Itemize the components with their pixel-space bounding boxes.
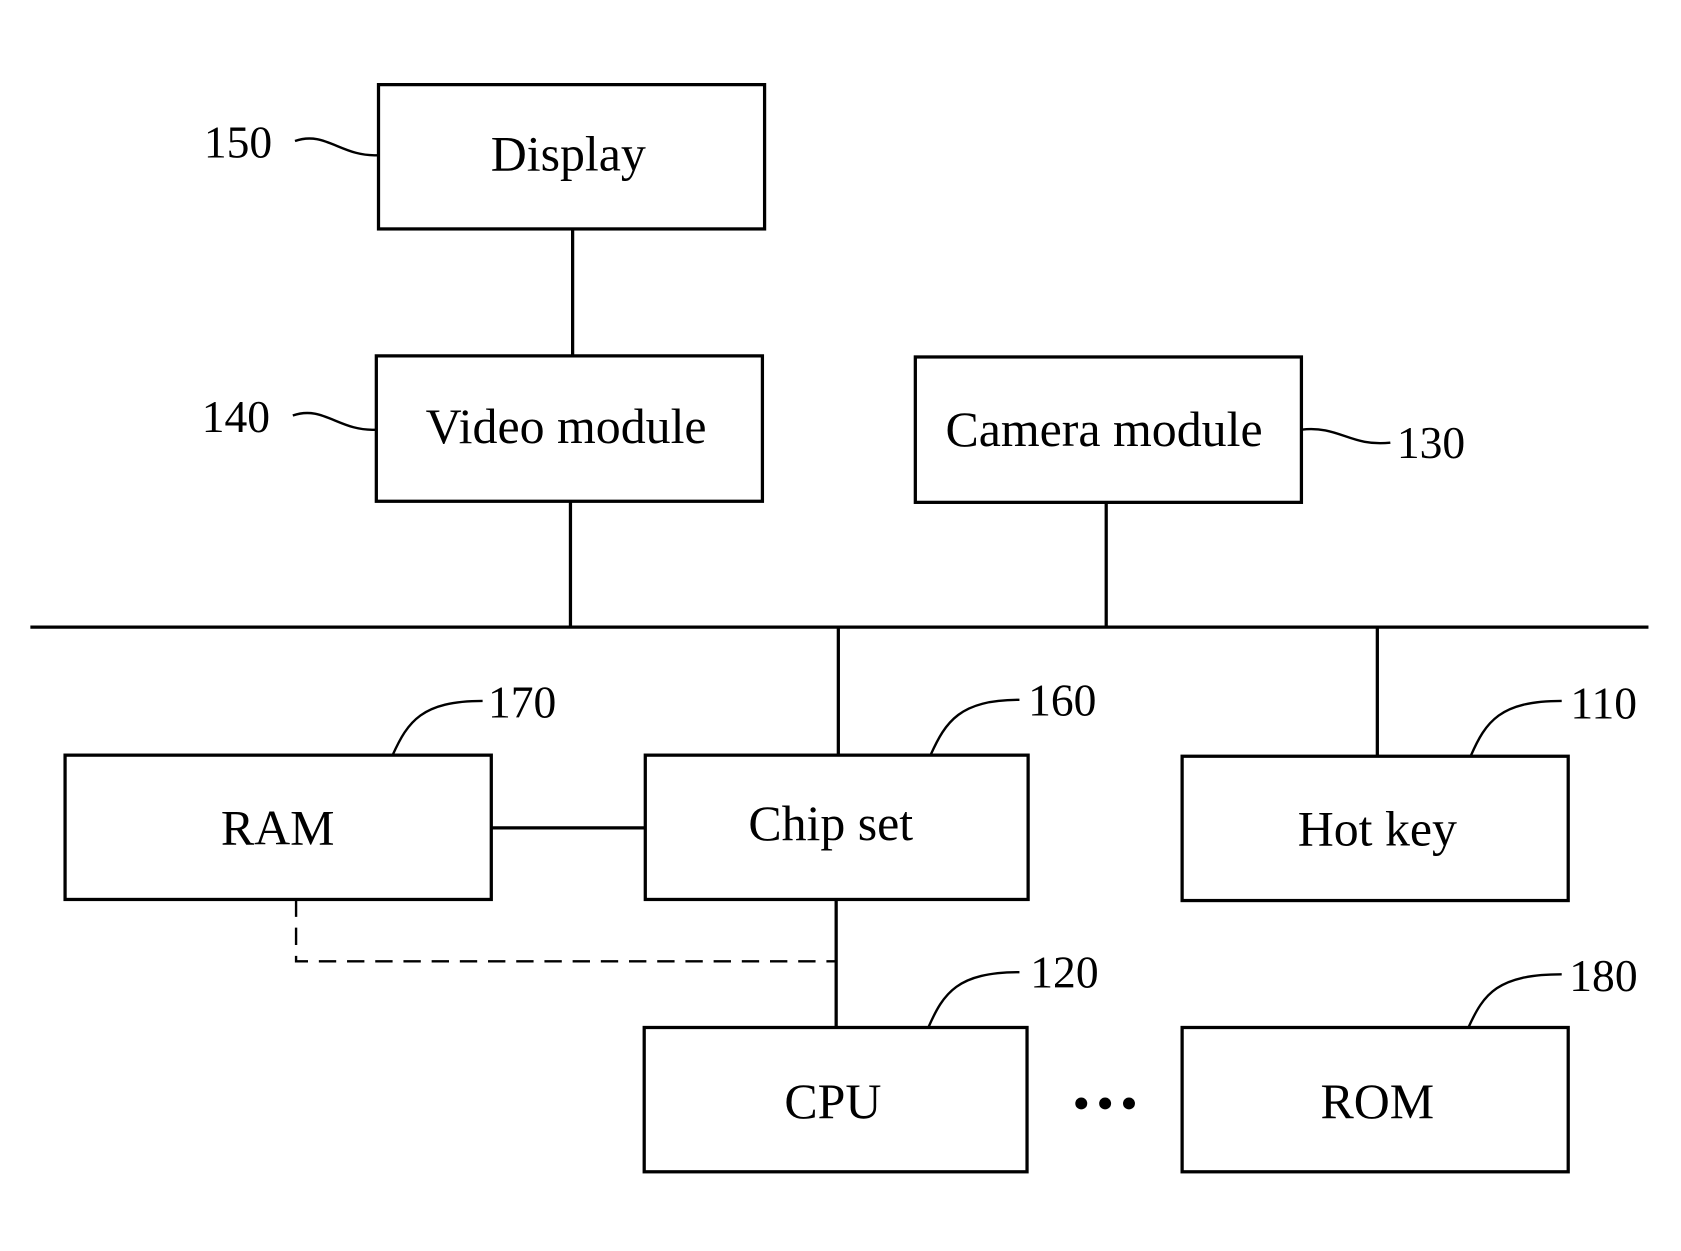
hotkey-ref-leader <box>1469 699 1562 757</box>
rom-ref-leader <box>1467 973 1562 1028</box>
video-module-ref: 140 <box>202 391 270 442</box>
cpu-block: CPU <box>642 1025 1029 1174</box>
camera-ref-leader <box>1301 427 1391 445</box>
ram-ref: 170 <box>488 676 556 727</box>
display-block: Display <box>376 83 767 231</box>
video-module-block: Video module <box>374 354 765 503</box>
camera-module-label: Camera module <box>945 402 1262 457</box>
ram-label: RAM <box>221 800 335 855</box>
chipset-block: Chip set <box>643 753 1030 902</box>
hotkey-ref: 110 <box>1570 678 1637 729</box>
ram-ref-leader <box>391 699 483 756</box>
hotkey-block: Hot key <box>1180 754 1570 903</box>
chipset-label: Chip set <box>748 796 913 851</box>
display-ref: 150 <box>204 117 272 168</box>
video-ref-leader <box>292 411 377 431</box>
cpu-ref-leader <box>927 970 1020 1028</box>
rom-block: ROM <box>1180 1025 1570 1174</box>
cpu-ref: 120 <box>1030 947 1098 998</box>
camera-module-block: Camera module <box>913 355 1304 504</box>
chipset-ref-leader <box>929 698 1020 756</box>
ram-cpu-dashed-link <box>294 899 837 963</box>
rom-ref: 180 <box>1569 950 1637 1001</box>
camera-module-ref: 130 <box>1397 417 1465 468</box>
display-ref-leader <box>294 137 379 157</box>
block-diagram: Display 150 Video module 140 Camera modu… <box>30 83 1649 1174</box>
display-label: Display <box>491 127 646 182</box>
cpu-label: CPU <box>784 1074 881 1129</box>
hotkey-label: Hot key <box>1298 801 1457 856</box>
video-module-label: Video module <box>426 399 707 454</box>
ellipsis <box>1075 1097 1135 1110</box>
chipset-ref: 160 <box>1028 674 1096 725</box>
rom-label: ROM <box>1321 1074 1435 1129</box>
ram-block: RAM <box>63 753 493 902</box>
